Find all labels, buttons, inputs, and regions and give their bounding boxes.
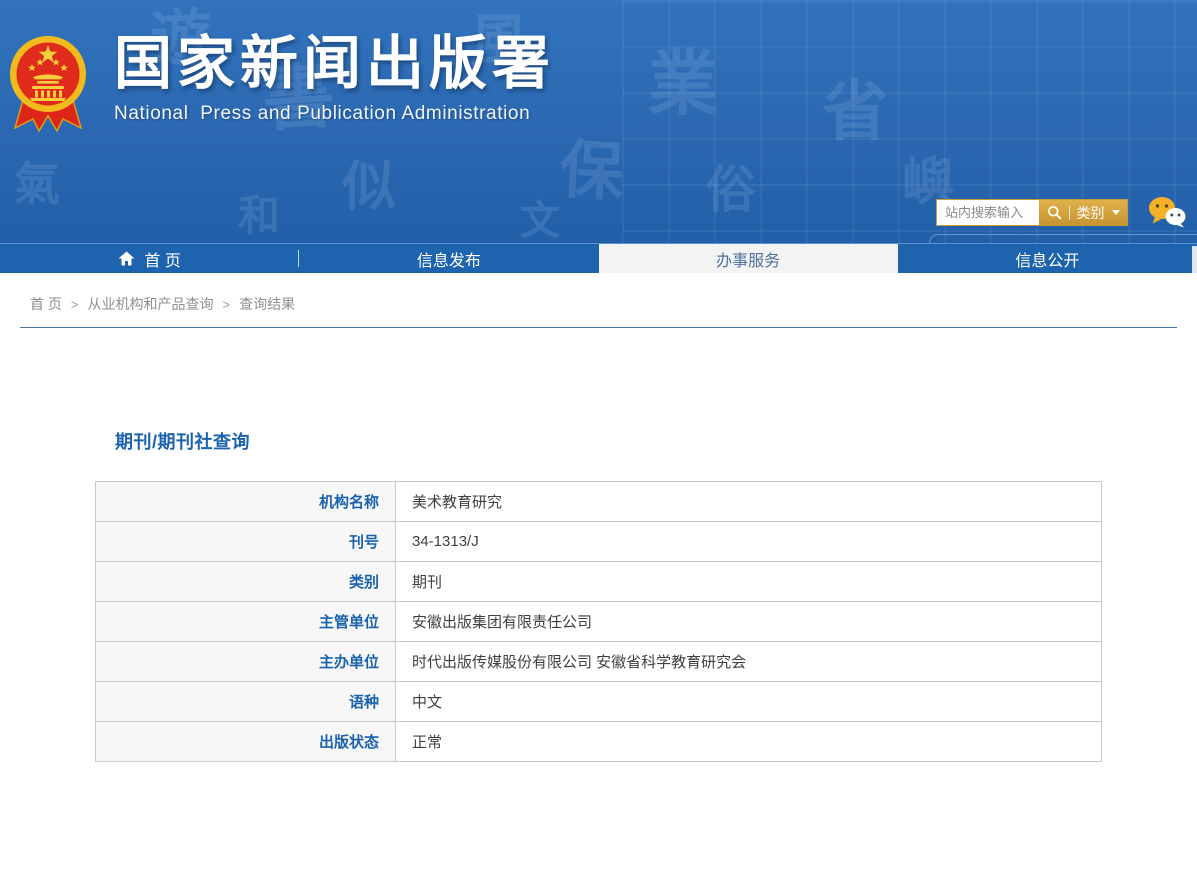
breadcrumb-separator: > xyxy=(71,297,79,312)
main-nav: 首 页 信息发布 办事服务 信息公开 xyxy=(0,243,1197,273)
search-divider xyxy=(1069,206,1070,220)
watermark-glyph: 文 xyxy=(520,188,560,243)
table-row: 出版状态 正常 xyxy=(96,722,1102,762)
nav-item-services[interactable]: 办事服务 xyxy=(599,244,898,273)
row-value: 正常 xyxy=(396,722,1102,762)
header-panel-outline xyxy=(929,234,1197,243)
breadcrumb-query[interactable]: 从业机构和产品查询 xyxy=(87,294,213,314)
table-row: 主管单位 安徽出版集团有限责任公司 xyxy=(96,602,1102,642)
site-header: 氣 遊 書 似 風 保 業 俗 省 嶼 和 文 xyxy=(0,0,1197,243)
table-row: 语种 中文 xyxy=(96,682,1102,722)
site-search: 类别 xyxy=(936,199,1128,226)
result-table: 机构名称 美术教育研究 刊号 34-1313/J 类别 期刊 主管单位 安徽出版… xyxy=(95,481,1102,762)
row-value: 中文 xyxy=(396,682,1102,722)
site-title: 国家新闻出版署 xyxy=(114,33,555,96)
table-row: 刊号 34-1313/J xyxy=(96,522,1102,562)
row-value: 时代出版传媒股份有限公司 安徽省科学教育研究会 xyxy=(396,642,1102,682)
section-title: 期刊/期刊社查询 xyxy=(115,428,1197,454)
watermark-glyph: 氣 xyxy=(14,148,60,214)
nav-divider xyxy=(298,250,299,267)
nav-item-info-release[interactable]: 信息发布 xyxy=(299,244,598,273)
breadcrumb-home[interactable]: 首 页 xyxy=(30,294,62,314)
nav-item-label: 信息公开 xyxy=(1015,247,1079,271)
site-subtitle: National Press and Publication Administr… xyxy=(114,103,555,125)
site-title-block: 国家新闻出版署 National Press and Publication A… xyxy=(114,33,555,125)
nav-item-info-disclosure[interactable]: 信息公开 xyxy=(898,244,1197,273)
row-label: 主管单位 xyxy=(96,602,396,642)
watermark-glyph: 和 xyxy=(238,182,280,243)
search-input[interactable] xyxy=(937,200,1039,225)
breadcrumb: 首 页 > 从业机构和产品查询 > 查询结果 xyxy=(0,273,1197,314)
row-value: 美术教育研究 xyxy=(396,482,1102,522)
row-label: 机构名称 xyxy=(96,482,396,522)
national-emblem-logo xyxy=(8,30,88,143)
nav-edge-fragment xyxy=(1192,246,1197,273)
category-dropdown[interactable]: 类别 xyxy=(1077,203,1105,223)
main-content: 期刊/期刊社查询 机构名称 美术教育研究 刊号 34-1313/J 类别 期刊 … xyxy=(0,428,1197,762)
chevron-down-icon xyxy=(1112,210,1120,219)
table-row: 类别 期刊 xyxy=(96,562,1102,602)
watermark-glyph: 似 xyxy=(342,142,396,221)
row-label: 语种 xyxy=(96,682,396,722)
table-row: 机构名称 美术教育研究 xyxy=(96,482,1102,522)
table-row: 主办单位 时代出版传媒股份有限公司 安徽省科学教育研究会 xyxy=(96,642,1102,682)
breadcrumb-rule xyxy=(20,327,1177,328)
search-icon xyxy=(1047,205,1062,220)
row-label: 类别 xyxy=(96,562,396,602)
wechat-icon[interactable] xyxy=(1147,195,1187,229)
nav-item-label: 首 页 xyxy=(144,247,180,271)
nav-item-label: 办事服务 xyxy=(716,247,780,271)
page: 氣 遊 書 似 風 保 業 俗 省 嶼 和 文 xyxy=(0,0,1197,869)
watermark-glyph: 保 xyxy=(558,118,627,213)
row-value: 34-1313/J xyxy=(396,522,1102,562)
breadcrumb-separator: > xyxy=(222,297,230,312)
row-label: 刊号 xyxy=(96,522,396,562)
nav-item-label: 信息发布 xyxy=(417,247,481,271)
home-icon xyxy=(118,251,135,266)
row-label: 出版状态 xyxy=(96,722,396,762)
search-button[interactable]: 类别 xyxy=(1039,200,1127,225)
breadcrumb-result: 查询结果 xyxy=(239,294,295,314)
nav-item-home[interactable]: 首 页 xyxy=(0,244,299,273)
row-value: 安徽出版集团有限责任公司 xyxy=(396,602,1102,642)
row-label: 主办单位 xyxy=(96,642,396,682)
row-value: 期刊 xyxy=(396,562,1102,602)
